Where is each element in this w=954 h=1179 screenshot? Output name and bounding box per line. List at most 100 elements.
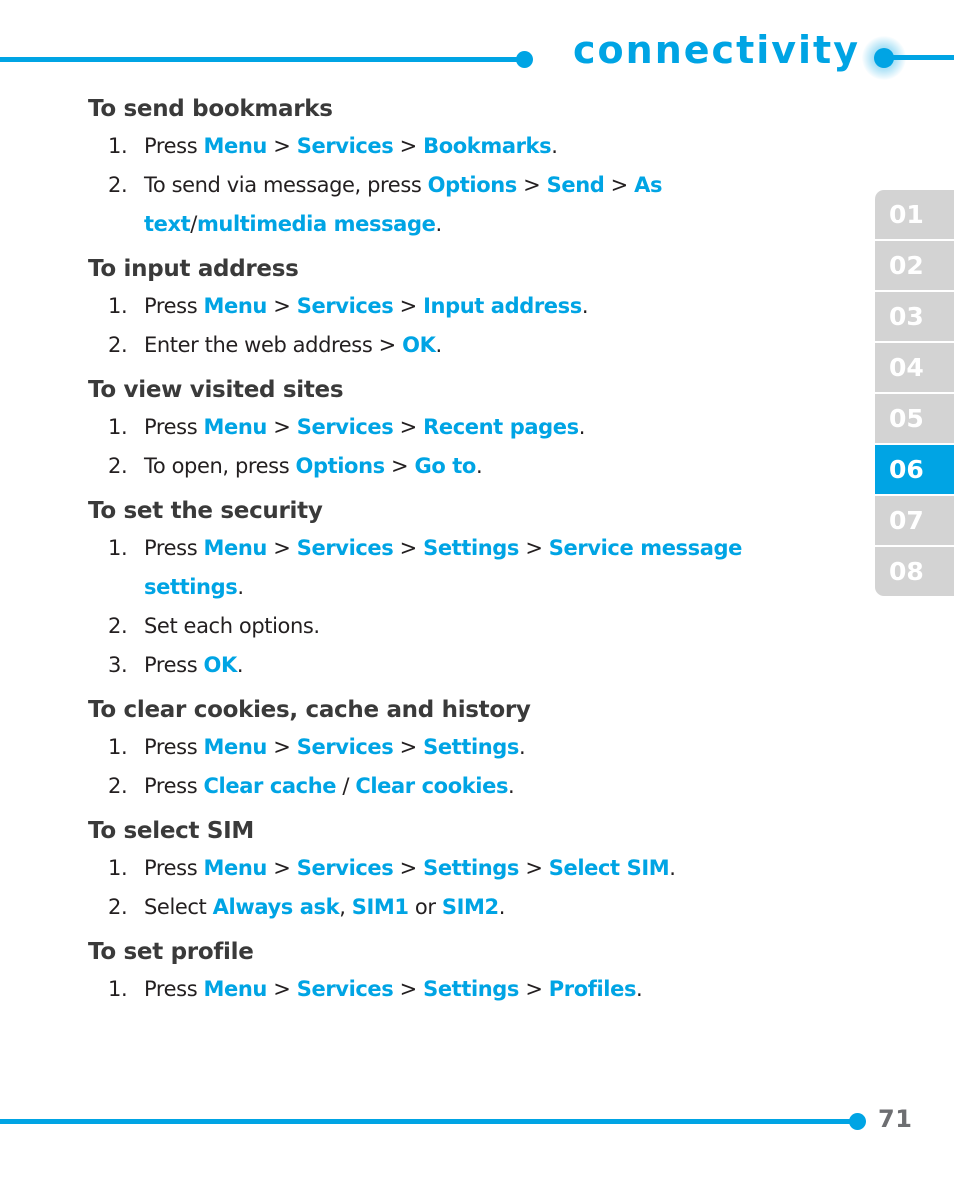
menu-keyword: Settings xyxy=(423,977,520,1001)
menu-keyword: Go to xyxy=(414,454,476,478)
menu-keyword: Settings xyxy=(423,536,520,560)
step-item: 1. Press Menu > Services > Recent pages. xyxy=(88,408,848,447)
step-text: > xyxy=(604,173,635,197)
step-text: , xyxy=(339,895,352,919)
step-text: . xyxy=(475,454,483,478)
step-number: 2. xyxy=(108,774,128,798)
menu-keyword: Profiles xyxy=(548,977,637,1001)
menu-keyword: Services xyxy=(296,735,394,759)
chapter-tab-03[interactable]: 03 xyxy=(875,292,954,341)
menu-keyword: Menu xyxy=(203,977,268,1001)
step-text: Set each options. xyxy=(144,614,320,638)
menu-keyword: Services xyxy=(296,977,394,1001)
step-list: 1. Press Menu > Services > Settings > Ser… xyxy=(88,529,848,685)
menu-keyword: OK xyxy=(203,653,238,677)
chapter-tab-rail: 01 02 03 04 05 06 07 08 xyxy=(875,190,954,596)
step-list: 1. Press Menu > Services > Input address.… xyxy=(88,287,848,365)
step-text: Press xyxy=(144,294,204,318)
step-text: > xyxy=(267,294,297,318)
step-text: > xyxy=(267,856,297,880)
chapter-tab-06[interactable]: 06 xyxy=(875,445,954,494)
menu-keyword: SIM1 xyxy=(351,895,409,919)
step-item: 1. Press Menu > Services > Bookmarks. xyxy=(88,127,848,166)
step-text: > xyxy=(516,173,547,197)
page-footer: 71 xyxy=(0,1105,954,1159)
menu-keyword: Services xyxy=(296,415,394,439)
step-number: 1. xyxy=(108,977,128,1001)
chapter-tab-08[interactable]: 08 xyxy=(875,547,954,596)
instruction-sections: To send bookmarks 1. Press Menu > Services… xyxy=(88,94,848,1019)
step-text: . xyxy=(551,134,558,158)
step-text: > xyxy=(267,735,297,759)
step-text: > xyxy=(393,856,424,880)
chapter-tab-02[interactable]: 02 xyxy=(875,241,954,290)
step-text: Press xyxy=(144,415,204,439)
instruction-section: To set the security 1. Press Menu > Servic… xyxy=(88,496,848,685)
section-heading: To select SIM xyxy=(88,818,254,844)
step-text: . xyxy=(435,333,442,357)
step-text: > xyxy=(267,536,297,560)
step-text: . xyxy=(519,735,526,759)
step-text: Press xyxy=(144,856,204,880)
instruction-section: To clear cookies, cache and history 1. Pre… xyxy=(88,695,848,806)
instruction-section: To set profile 1. Press Menu > Services > … xyxy=(88,937,848,1009)
menu-keyword: Services xyxy=(296,294,394,318)
menu-keyword: Menu xyxy=(203,856,268,880)
step-number: 1. xyxy=(108,294,128,318)
chapter-tab-01[interactable]: 01 xyxy=(875,190,954,239)
menu-keyword: Menu xyxy=(203,735,268,759)
step-text: . xyxy=(581,294,589,318)
menu-keyword: Options xyxy=(427,173,518,197)
menu-keyword: Services xyxy=(296,856,394,880)
footer-dot-icon xyxy=(849,1113,866,1130)
step-text: > xyxy=(519,977,549,1001)
step-item: 2. Select Always ask, SIM1 or SIM2. xyxy=(88,888,848,927)
step-item: 1. Press Menu > Services > Settings > Ser… xyxy=(88,529,848,607)
step-text: > xyxy=(393,415,424,439)
step-text: > xyxy=(519,536,549,560)
menu-keyword: Input address xyxy=(423,294,582,318)
instruction-section: To send bookmarks 1. Press Menu > Services… xyxy=(88,94,848,244)
step-text: > xyxy=(393,735,424,759)
step-text: To open, press xyxy=(144,454,296,478)
menu-keyword: Send xyxy=(546,173,605,197)
step-list: 1. Press Menu > Services > Settings > Sel… xyxy=(88,849,848,927)
menu-keyword: Bookmarks xyxy=(423,134,552,158)
step-item: 1. Press Menu > Services > Settings > Sel… xyxy=(88,849,848,888)
step-number: 2. xyxy=(108,614,128,638)
step-number: 1. xyxy=(108,415,128,439)
step-number: 1. xyxy=(108,735,128,759)
step-item: 3. Press OK. xyxy=(88,646,848,685)
step-text: Enter the web address > xyxy=(144,333,403,357)
step-number: 2. xyxy=(108,895,128,919)
step-text: Press xyxy=(144,774,204,798)
menu-keyword: Menu xyxy=(203,536,268,560)
step-text: > xyxy=(393,134,424,158)
step-text: Press xyxy=(144,735,204,759)
section-heading: To view visited sites xyxy=(88,377,344,403)
step-item: 2. Press Clear cache / Clear cookies. xyxy=(88,767,848,806)
step-text: > xyxy=(384,454,415,478)
step-list: 1. Press Menu > Services > Bookmarks. 2. To… xyxy=(88,127,848,244)
menu-keyword: multimedia message xyxy=(196,212,436,236)
step-text: Press xyxy=(144,977,204,1001)
menu-keyword: SIM2 xyxy=(441,895,499,919)
step-text: . xyxy=(636,977,643,1001)
instruction-section: To view visited sites 1. Press Menu > Serv… xyxy=(88,375,848,486)
chapter-tab-07[interactable]: 07 xyxy=(875,496,954,545)
step-text: Press xyxy=(144,536,204,560)
menu-keyword: Settings xyxy=(423,856,520,880)
step-text: Press xyxy=(144,653,204,677)
step-item: 2. Set each options. xyxy=(88,607,848,646)
menu-keyword: Menu xyxy=(203,134,268,158)
step-text: . xyxy=(236,653,244,677)
step-text: . xyxy=(237,575,244,599)
menu-keyword: Services xyxy=(296,134,394,158)
menu-keyword: OK xyxy=(402,333,436,357)
chapter-tab-04[interactable]: 04 xyxy=(875,343,954,392)
footer-rule xyxy=(0,1119,856,1124)
step-number: 1. xyxy=(108,856,128,880)
step-item: 1. Press Menu > Services > Input address. xyxy=(88,287,848,326)
menu-keyword: Menu xyxy=(203,294,268,318)
chapter-tab-05[interactable]: 05 xyxy=(875,394,954,443)
